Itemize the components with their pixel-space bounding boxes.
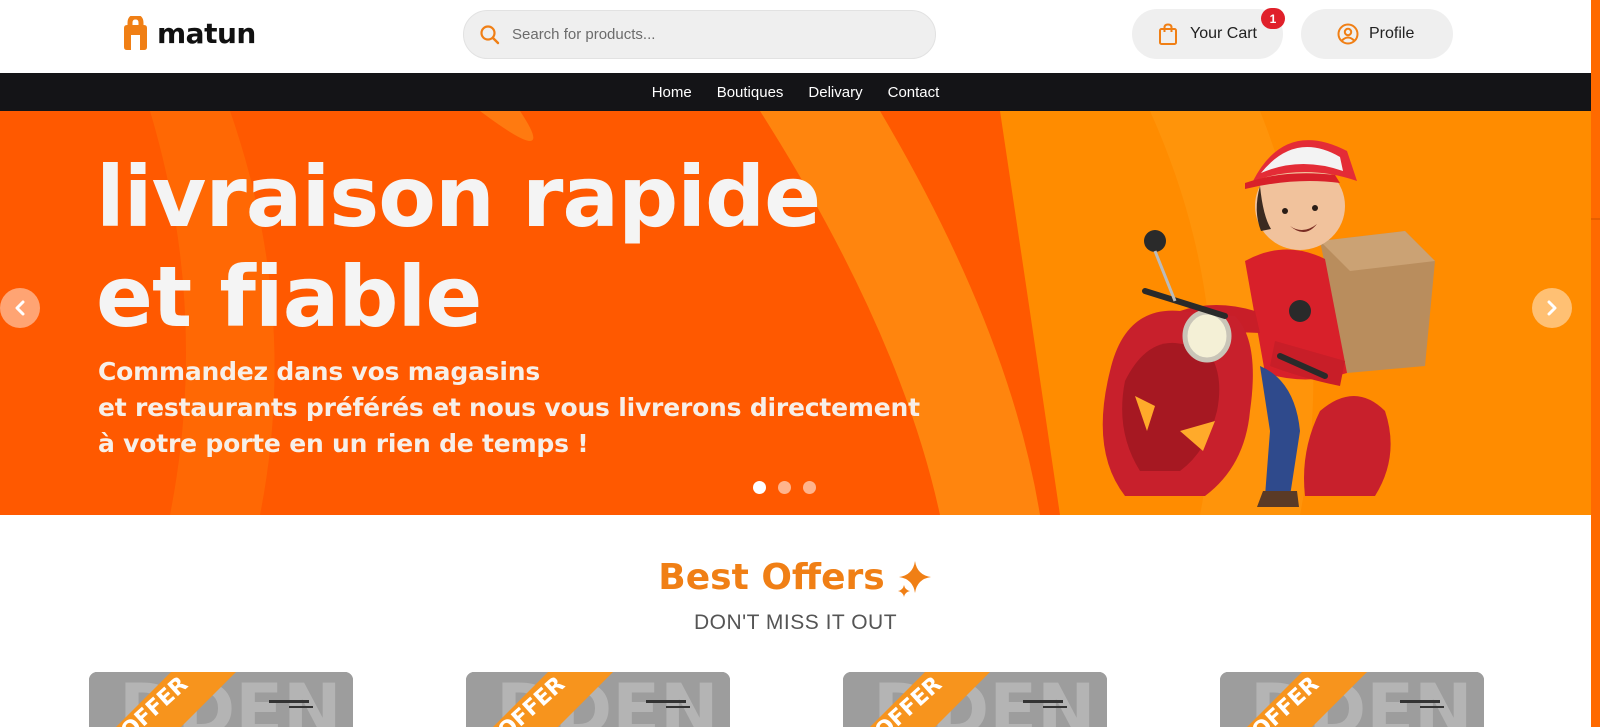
- profile-label: Profile: [1369, 25, 1415, 42]
- hero-title-line: et fiable: [96, 248, 482, 346]
- carousel-indicators: [753, 481, 816, 494]
- offer-card[interactable]: DDEN OFFER: [1220, 672, 1484, 727]
- hero-subtitle: Commandez dans vos magasins et restauran…: [98, 354, 920, 462]
- nav-delivery[interactable]: Delivary: [808, 84, 862, 101]
- logo[interactable]: matun: [120, 16, 256, 50]
- chevron-right-icon: [1547, 300, 1557, 316]
- offers-subheading: DON'T MISS IT OUT: [693, 611, 898, 634]
- user-circle-icon: [1337, 23, 1359, 45]
- chevron-left-icon: [15, 300, 25, 316]
- carousel-dot-2[interactable]: [778, 481, 791, 494]
- offer-card[interactable]: DDEN OFFER: [843, 672, 1107, 727]
- offer-ribbon: OFFER: [870, 672, 990, 727]
- shopping-bag-icon: [1159, 23, 1177, 45]
- sparkle-icon: [897, 560, 931, 597]
- site-header: matun Your Cart 1 Profile: [0, 0, 1591, 73]
- nav-contact[interactable]: Contact: [888, 84, 940, 101]
- delivery-rider-illustration: [1102, 140, 1435, 507]
- profile-button[interactable]: Profile: [1301, 9, 1453, 59]
- cart-label: Your Cart: [1190, 25, 1257, 42]
- hero-subtitle-line: Commandez dans vos magasins: [98, 357, 541, 386]
- offer-card[interactable]: DDEN OFFER: [466, 672, 730, 727]
- search-bar[interactable]: [463, 10, 936, 59]
- offer-ribbon: OFFER: [1247, 672, 1367, 727]
- hero-title-line: livraison rapide: [96, 148, 821, 246]
- page-scrollbar-thumb[interactable]: [1591, 0, 1600, 220]
- hero-carousel: livraison rapide et fiable Commandez dan…: [0, 111, 1591, 515]
- offer-card[interactable]: DDEN OFFER: [89, 672, 353, 727]
- carousel-dot-1[interactable]: [753, 481, 766, 494]
- hero-title: livraison rapide et fiable: [96, 147, 821, 347]
- offers-heading-text: Best Offers: [658, 557, 885, 598]
- cart-count-badge: 1: [1261, 8, 1285, 29]
- offer-ribbon: OFFER: [493, 672, 613, 727]
- offer-ribbon: OFFER: [116, 672, 236, 727]
- brand-name: matun: [157, 16, 256, 50]
- hero-subtitle-line: à votre porte en un rien de temps !: [98, 429, 589, 458]
- carousel-next-button[interactable]: [1532, 288, 1572, 328]
- carousel-prev-button[interactable]: [0, 288, 40, 328]
- carousel-dot-3[interactable]: [803, 481, 816, 494]
- hero-subtitle-line: et restaurants préférés et nous vous liv…: [98, 393, 920, 422]
- search-input[interactable]: [512, 26, 912, 43]
- nav-home[interactable]: Home: [652, 84, 692, 101]
- offers-heading: Best Offers: [658, 557, 932, 598]
- offers-heading-wrap: Best Offers: [0, 557, 1591, 598]
- shopping-bag-logo-icon: [124, 16, 147, 50]
- main-nav: Home Boutiques Delivary Contact: [0, 73, 1591, 111]
- search-icon[interactable]: [478, 23, 502, 47]
- nav-boutiques[interactable]: Boutiques: [717, 84, 784, 101]
